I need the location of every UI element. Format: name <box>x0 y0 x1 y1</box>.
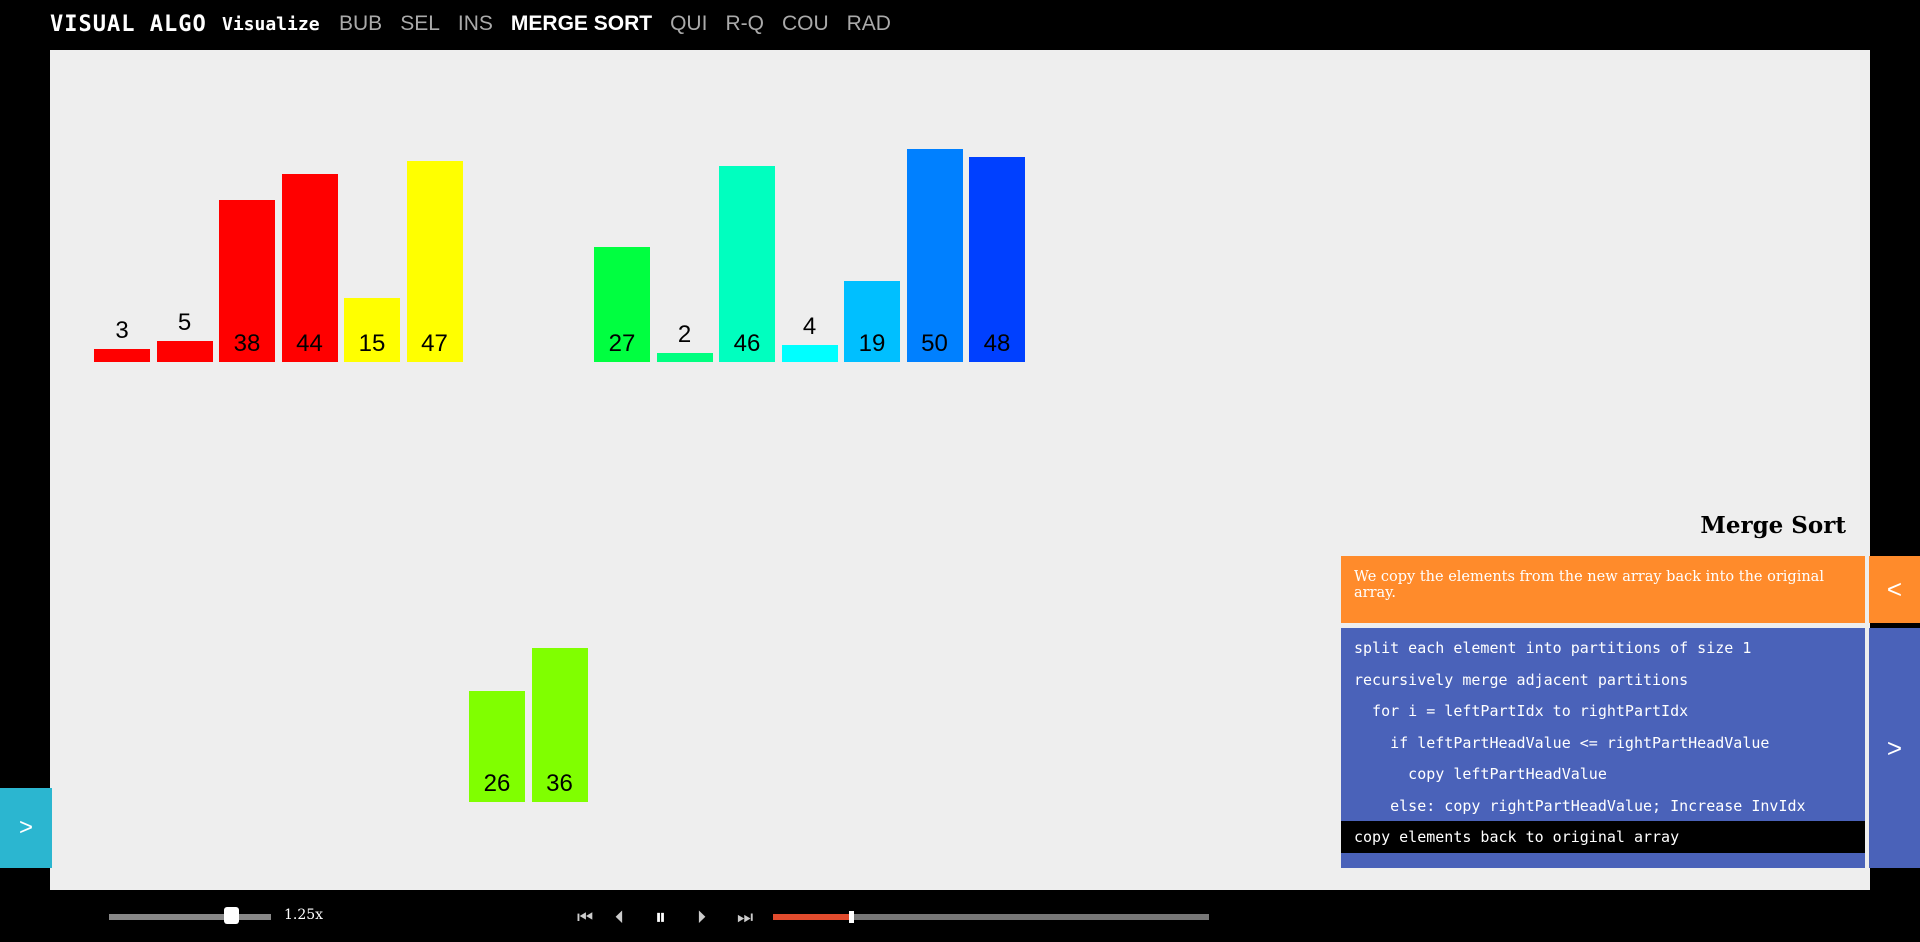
array-bar <box>781 344 838 362</box>
array-bar-value: 3 <box>115 317 129 345</box>
array-bar-value: 5 <box>177 308 192 336</box>
array-bar <box>156 340 213 362</box>
go-to-start-icon: ⏮︎ <box>577 906 594 927</box>
actions-panel-toggle-button[interactable]: > <box>0 788 52 868</box>
pseudocode-line: if leftPartHeadValue <= rightPartHeadVal… <box>1354 733 1770 752</box>
progress-fill <box>773 914 852 920</box>
step-back-button[interactable]: ⏴︎ <box>615 906 624 928</box>
tab-qui[interactable]: QUI <box>670 12 707 36</box>
tab-sel[interactable]: SEL <box>400 12 440 36</box>
algorithm-tabs: BUB SEL INS MERGE SORT QUI R-Q COU RAD <box>339 12 909 36</box>
array-bar-value: 47 <box>421 330 448 357</box>
pause-button[interactable]: ⏸︎ <box>655 904 667 929</box>
tab-rad[interactable]: RAD <box>847 12 891 36</box>
status-message: We copy the elements from the new array … <box>1341 556 1865 623</box>
algorithm-title: Merge Sort <box>1700 512 1846 539</box>
tab-r-q[interactable]: R-Q <box>725 12 764 36</box>
tab-bub[interactable]: BUB <box>339 12 382 36</box>
pseudocode-line: split each element into partitions of si… <box>1354 639 1752 657</box>
tab-ins[interactable]: INS <box>458 12 493 36</box>
pseudocode-line: else: copy rightPartHeadValue; Increase … <box>1354 796 1806 815</box>
pseudocode-line: recursively merge adjacent partitions <box>1354 670 1689 689</box>
pseudocode-line: copy elements back to original array <box>1341 821 1865 853</box>
pseudocode-line: copy leftPartHeadValue <box>1354 765 1607 783</box>
array-bar-value: 26 <box>483 770 511 797</box>
brand-logo[interactable]: VISUAL ALGO <box>50 12 207 37</box>
speed-slider-handle[interactable] <box>223 907 239 924</box>
step-back-icon: ⏴︎ <box>615 906 624 927</box>
step-forward-button[interactable]: ⏵︎ <box>697 906 706 928</box>
array-bar-value: 46 <box>733 330 761 357</box>
array-bar-value: 4 <box>802 312 817 340</box>
go-to-end-button[interactable]: ⏭︎ <box>737 906 753 928</box>
status-panel-toggle-button[interactable]: < <box>1869 556 1920 623</box>
array-bar-value: 48 <box>983 330 1011 357</box>
array-bar-value: 50 <box>921 330 948 357</box>
array-bar-value: 15 <box>358 330 386 357</box>
array-bar <box>656 353 713 362</box>
step-forward-icon: ⏵︎ <box>697 906 706 927</box>
array-bar-value: 44 <box>296 330 323 357</box>
array-bar-value: 19 <box>858 330 886 357</box>
tab-cou[interactable]: COU <box>782 12 829 36</box>
array-bar-value: 38 <box>233 330 261 357</box>
pseudocode-panel: split each element into partitions of si… <box>1341 628 1865 868</box>
array-bar-value: 2 <box>677 321 692 349</box>
pseudocode-line: for i = leftPartIdx to rightPartIdx <box>1354 702 1689 720</box>
visualize-menu[interactable]: Visualize <box>222 14 320 35</box>
progress-slider-handle[interactable] <box>849 911 855 923</box>
go-to-end-icon: ⏭︎ <box>737 906 754 927</box>
top-navigation-bar: VISUAL ALGO Visualize BUB SEL INS MERGE SOR… <box>0 0 1920 50</box>
speed-slider[interactable] <box>109 914 271 920</box>
pseudocode-panel-toggle-button[interactable]: > <box>1869 628 1920 868</box>
pause-icon: ⏸︎ <box>655 904 667 929</box>
array-bar <box>94 349 150 362</box>
speed-value: 1.25x <box>284 907 324 923</box>
go-to-start-button[interactable]: ⏮︎ <box>577 906 593 928</box>
array-bar-value: 36 <box>546 770 573 797</box>
tab-merge-sort[interactable]: MERGE SORT <box>511 12 652 36</box>
array-bar-value: 27 <box>608 330 636 357</box>
